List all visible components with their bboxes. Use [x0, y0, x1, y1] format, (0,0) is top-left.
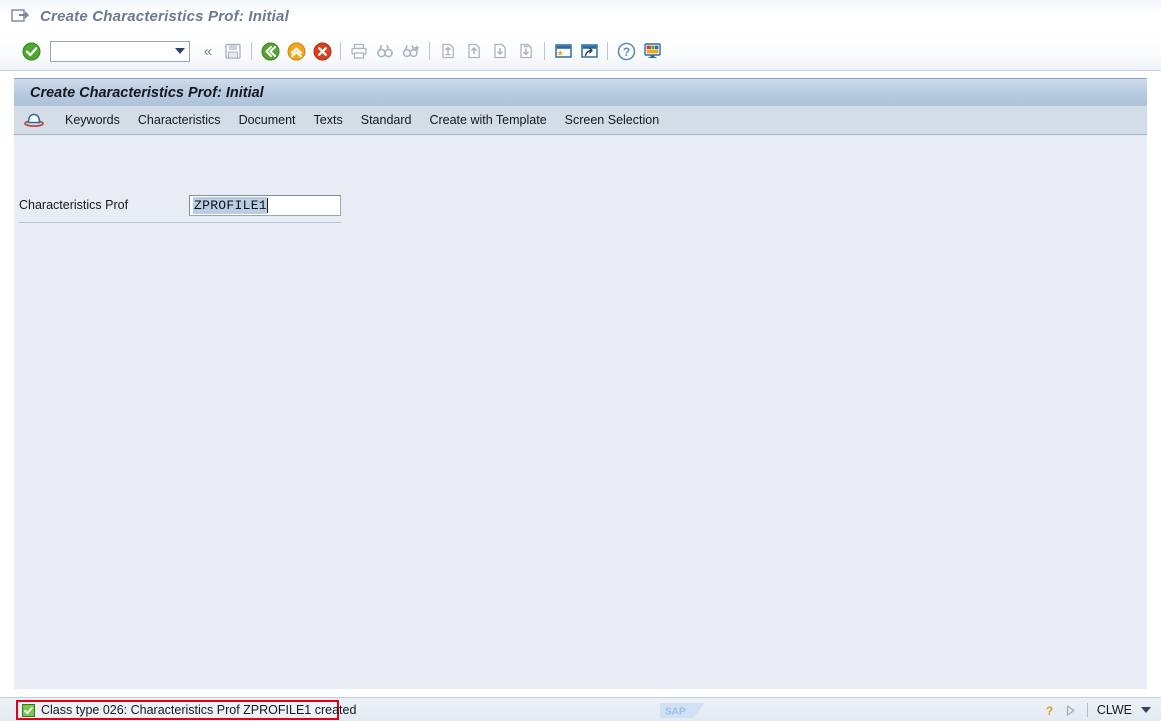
menu-item-document[interactable]: Document: [230, 110, 305, 130]
find-next-button[interactable]: [398, 38, 424, 64]
help-button[interactable]: ?: [613, 38, 639, 64]
enter-button[interactable]: [18, 38, 44, 64]
help-question-icon[interactable]: ?: [1042, 703, 1057, 718]
save-button[interactable]: [220, 38, 246, 64]
svg-text:?: ?: [622, 45, 629, 59]
previous-page-button[interactable]: [461, 38, 487, 64]
sap-logo: SAP: [660, 703, 704, 718]
chevron-down-icon[interactable]: [1141, 707, 1151, 713]
svg-text:SAP: SAP: [665, 707, 686, 718]
command-input[interactable]: [51, 42, 169, 60]
status-separator: [1086, 703, 1088, 717]
toolbar-separator: [607, 42, 608, 60]
last-page-button[interactable]: [513, 38, 539, 64]
main-toolbar: « ?: [0, 32, 1161, 71]
characteristics-prof-row: Characteristics Prof ZPROFILE1: [19, 195, 341, 217]
menu-item-create-with-template[interactable]: Create with Template: [420, 110, 555, 130]
hat-icon[interactable]: [22, 110, 46, 130]
customize-layout-icon[interactable]: [639, 38, 665, 64]
toolbar-separator: [544, 42, 545, 60]
characteristics-prof-input[interactable]: ZPROFILE1: [189, 195, 341, 216]
first-page-button[interactable]: [435, 38, 461, 64]
green-check-icon: [22, 703, 35, 717]
new-window-icon: [10, 7, 30, 25]
command-field[interactable]: [50, 40, 190, 62]
chevron-down-icon[interactable]: [175, 47, 185, 54]
window-title-bar: Create Characteristics Prof: Initial: [0, 0, 1161, 32]
next-page-button[interactable]: [487, 38, 513, 64]
find-button[interactable]: [372, 38, 398, 64]
create-session-button[interactable]: [550, 38, 576, 64]
toolbar-separator: [251, 42, 252, 60]
toolbar-separator: [340, 42, 341, 60]
play-triangle-icon[interactable]: [1063, 703, 1078, 718]
system-label: CLWE: [1096, 703, 1132, 717]
menu-item-screen-selection[interactable]: Screen Selection: [556, 110, 669, 130]
menu-item-standard[interactable]: Standard: [352, 110, 421, 130]
menu-item-texts[interactable]: Texts: [305, 110, 352, 130]
field-separator: [19, 222, 341, 223]
screen-title-bar: Create Characteristics Prof: Initial: [14, 78, 1147, 106]
characteristics-prof-value: ZPROFILE1: [193, 197, 267, 214]
status-message-highlight: Class type 026: Characteristics Prof ZPR…: [16, 700, 356, 720]
create-shortcut-button[interactable]: [576, 38, 602, 64]
status-bar-right: ? CLWE: [1042, 700, 1151, 720]
back-button[interactable]: [257, 38, 283, 64]
collapse-toolbar-button[interactable]: «: [199, 43, 217, 60]
window-title: Create Characteristics Prof: Initial: [40, 7, 289, 25]
toolbar-separator: [429, 42, 430, 60]
text-caret: [266, 198, 268, 213]
exit-button[interactable]: [283, 38, 309, 64]
page-title: Create Characteristics Prof: Initial: [30, 84, 264, 101]
menu-item-keywords[interactable]: Keywords: [56, 110, 129, 130]
characteristics-prof-label: Characteristics Prof: [19, 198, 129, 212]
sap-gui-window: Create Characteristics Prof: Initial « ?…: [0, 0, 1161, 721]
svg-text:?: ?: [1046, 704, 1053, 718]
application-menu-bar: Keywords Characteristics Document Texts …: [14, 106, 1147, 134]
menu-item-characteristics[interactable]: Characteristics: [129, 110, 230, 130]
content-panel: Characteristics Prof ZPROFILE1: [14, 134, 1147, 689]
print-button[interactable]: [346, 38, 372, 64]
status-message: Class type 026: Characteristics Prof ZPR…: [41, 703, 357, 717]
cancel-button[interactable]: [309, 38, 335, 64]
